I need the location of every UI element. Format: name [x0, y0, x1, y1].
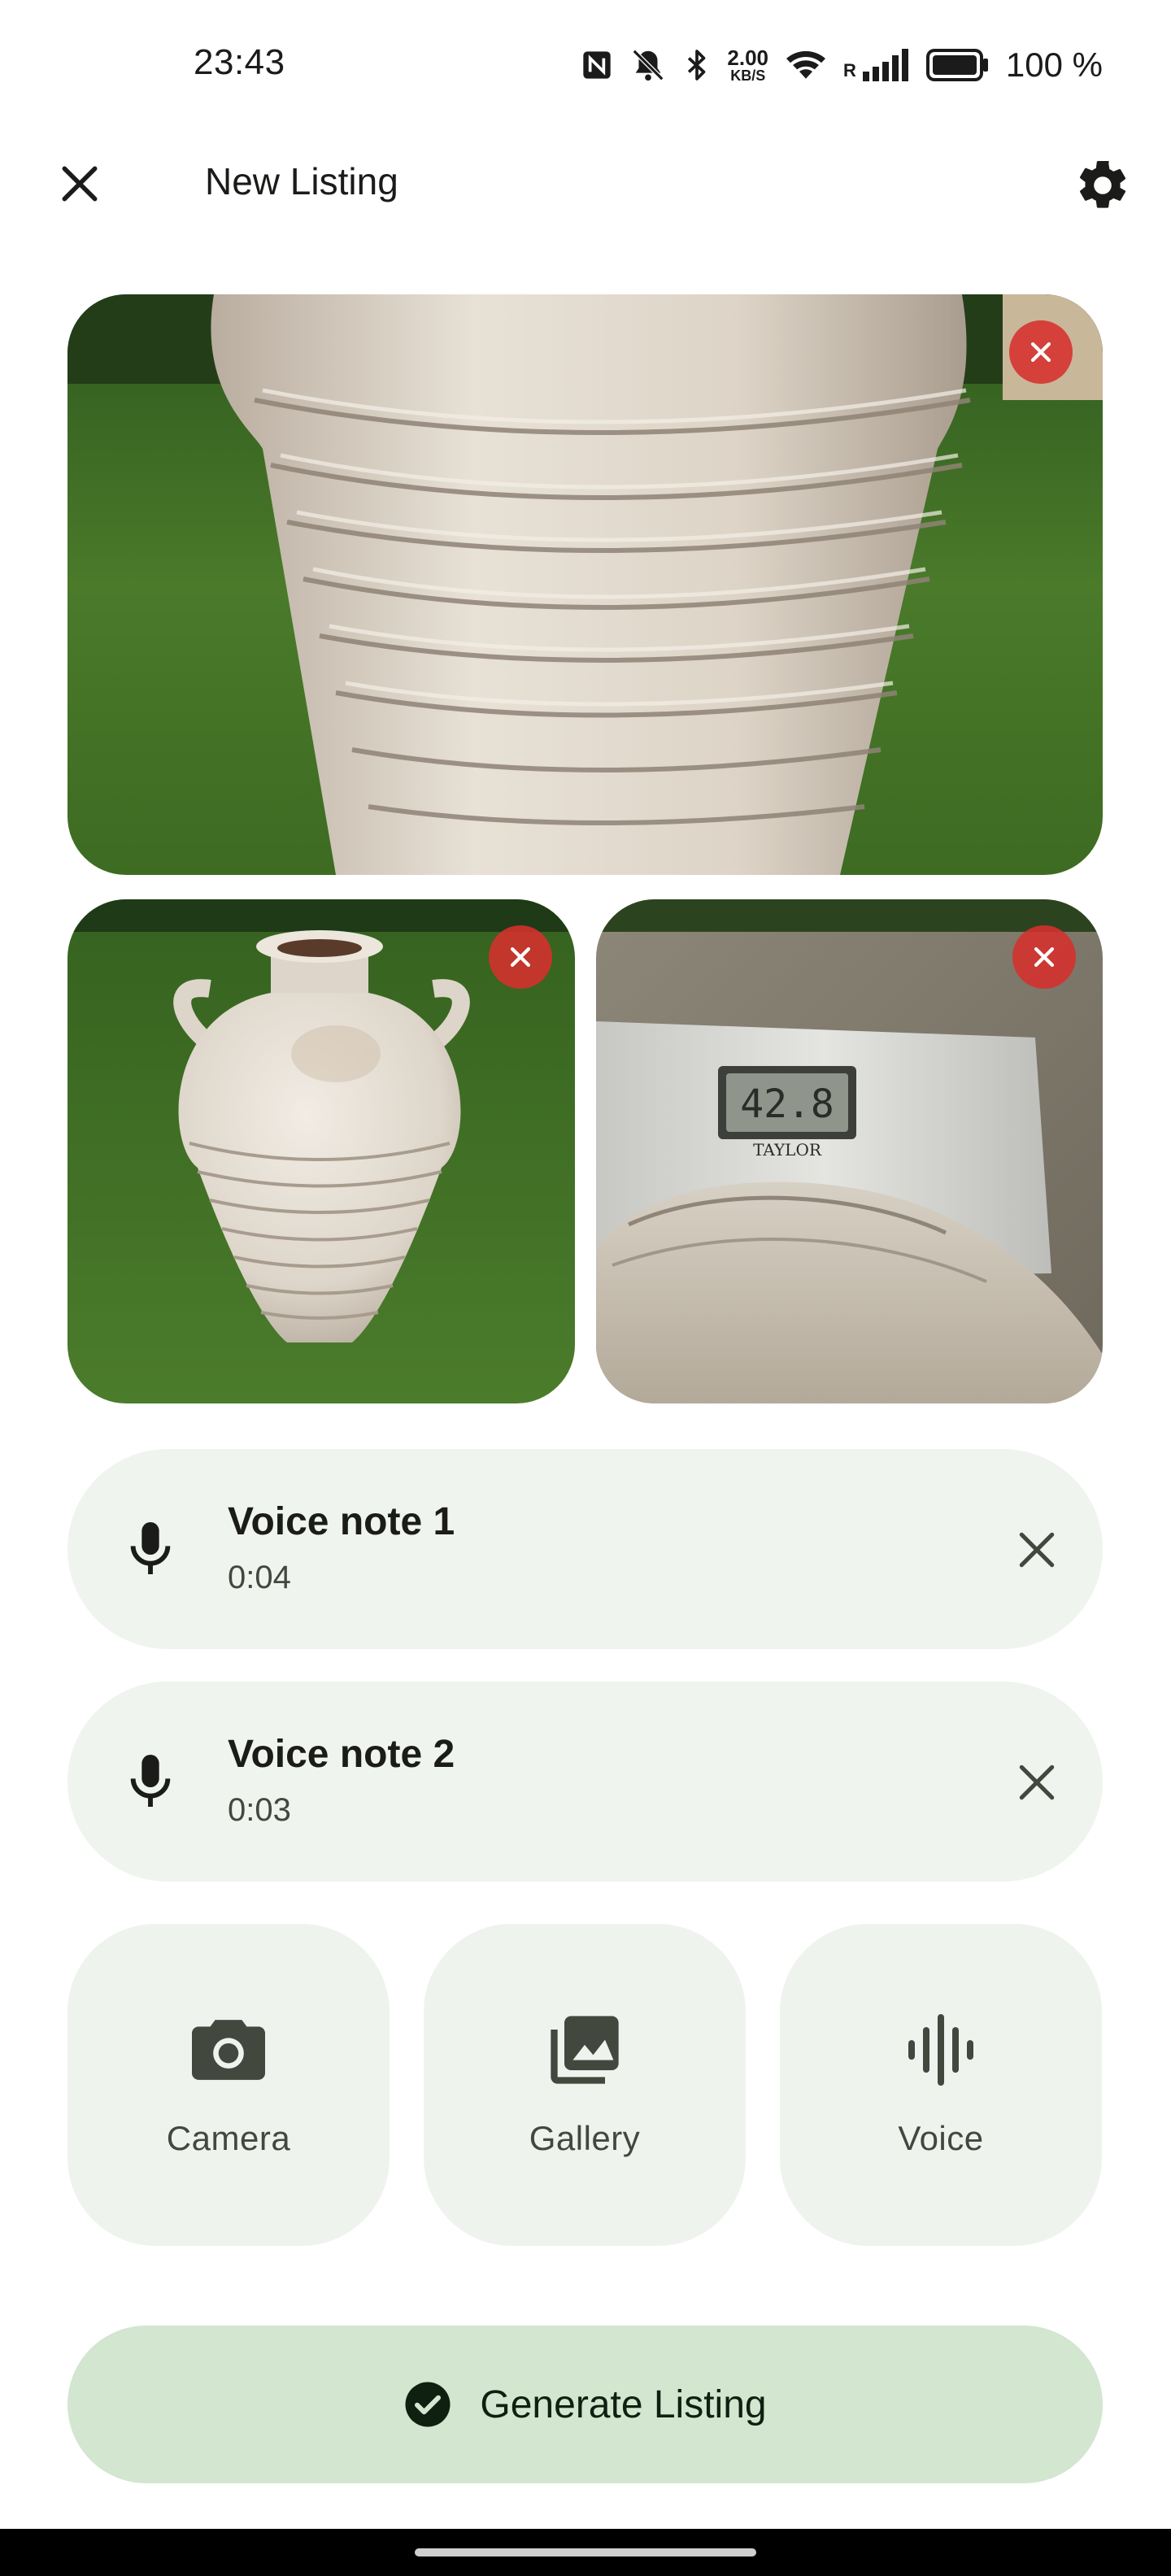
close-icon	[510, 946, 531, 968]
gear-icon	[1080, 160, 1126, 208]
generate-listing-button[interactable]: Generate Listing	[67, 2326, 1103, 2483]
microphone-icon	[118, 1516, 183, 1581]
check-circle-icon	[405, 2382, 451, 2427]
close-icon	[62, 166, 98, 202]
settings-button[interactable]	[1065, 148, 1140, 223]
vibrate-off-icon	[629, 46, 667, 84]
system-nav-bar	[0, 2529, 1171, 2576]
net-speed: 2.00 KB/S	[727, 47, 768, 83]
photo-thumbnail-3[interactable]: 42.8 TAYLOR	[596, 899, 1103, 1403]
wifi-icon	[785, 47, 827, 83]
close-icon	[1019, 1532, 1055, 1568]
photo-thumbnail-2[interactable]	[67, 899, 575, 1403]
net-speed-unit: KB/S	[730, 67, 766, 84]
status-time: 23:43	[194, 42, 285, 82]
close-icon	[1030, 342, 1051, 363]
home-gesture-handle[interactable]	[415, 2548, 756, 2556]
battery-percent: 100 %	[1005, 46, 1103, 84]
close-icon	[1019, 1764, 1055, 1800]
microphone-icon	[118, 1748, 183, 1813]
cell-signal-icon: R	[843, 49, 910, 81]
roaming-label: R	[843, 60, 856, 80]
voice-note-duration: 0:04	[228, 1560, 291, 1595]
voice-note-duration: 0:03	[228, 1792, 291, 1828]
page-title: New Listing	[205, 160, 398, 202]
waveform-icon	[780, 2005, 1102, 2095]
voice-note-title: Voice note 1	[228, 1500, 455, 1543]
voice-button[interactable]: Voice	[780, 1924, 1102, 2246]
scale-reading: 42.8	[740, 1081, 834, 1127]
top-app-bar: New Listing	[0, 130, 1171, 231]
gallery-label: Gallery	[529, 2119, 641, 2157]
generate-listing-label: Generate Listing	[480, 2382, 767, 2426]
close-button[interactable]	[42, 146, 117, 221]
net-speed-value: 2.00	[727, 46, 769, 70]
camera-button[interactable]: Camera	[67, 1924, 390, 2246]
close-icon	[1034, 946, 1055, 968]
voice-label: Voice	[898, 2119, 984, 2157]
remove-photo-button-1[interactable]	[1009, 320, 1073, 384]
voice-note-title: Voice note 2	[228, 1733, 455, 1776]
status-bar: 23:43 2.00 KB/S R 100 %	[0, 0, 1171, 130]
remove-photo-button-2[interactable]	[489, 925, 552, 989]
photo-urn-closeup	[67, 294, 1103, 875]
voice-note-card-1[interactable]: Voice note 1 0:04	[67, 1449, 1103, 1649]
camera-label: Camera	[166, 2119, 291, 2157]
gallery-button[interactable]: Gallery	[424, 1924, 746, 2246]
battery-icon	[925, 49, 990, 81]
nfc-icon	[581, 49, 613, 81]
gallery-icon	[424, 2005, 746, 2095]
camera-icon	[67, 2005, 390, 2095]
remove-voice-note-button-2[interactable]	[999, 1745, 1074, 1820]
status-icons: 2.00 KB/S R 100 %	[581, 41, 1103, 89]
remove-photo-button-3[interactable]	[1012, 925, 1076, 989]
voice-note-card-2[interactable]: Voice note 2 0:03	[67, 1682, 1103, 1882]
remove-voice-note-button-1[interactable]	[999, 1512, 1074, 1587]
photo-thumbnail-1[interactable]	[67, 294, 1103, 875]
bluetooth-icon	[683, 47, 711, 83]
scale-brand: TAYLOR	[753, 1140, 822, 1160]
